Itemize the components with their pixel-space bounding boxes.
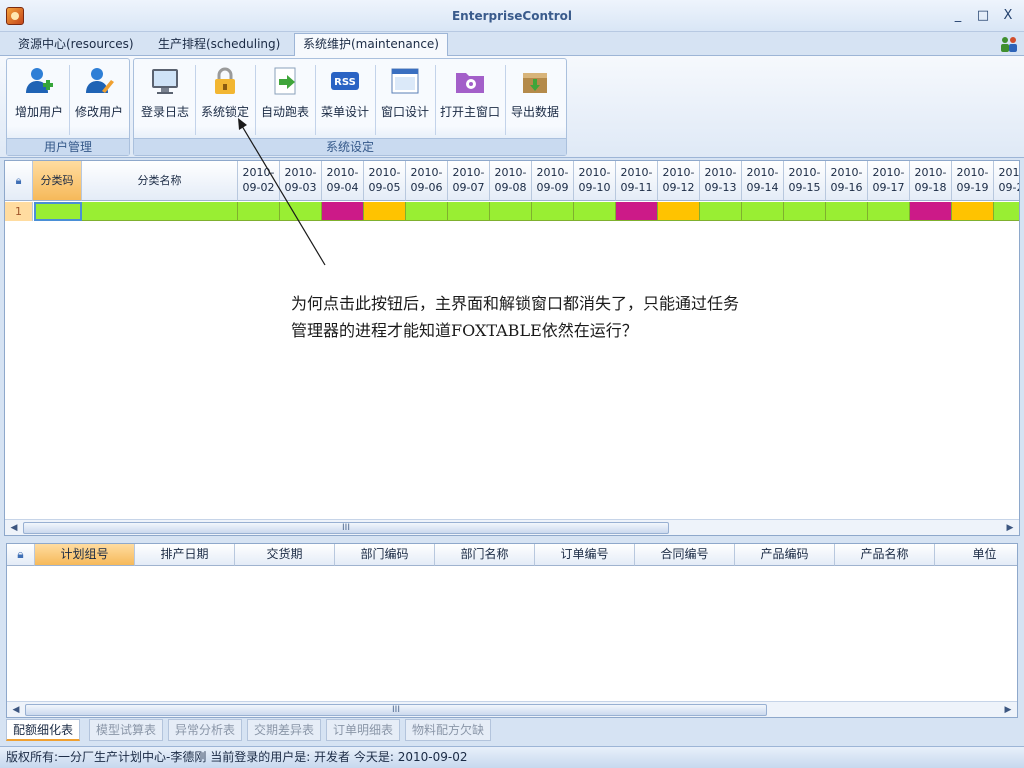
annotation-arrow: [238, 118, 326, 266]
annotation-line-1: 为何点击此按钮后，主界面和解锁窗口都消失了，只能通过任务: [291, 294, 740, 313]
annotation-text: 为何点击此按钮后，主界面和解锁窗口都消失了，只能通过任务 管理器的进程才能知道F…: [291, 290, 851, 344]
annotation-line-2: 管理器的进程才能知道FOXTABLE依然在运行？: [291, 321, 638, 340]
